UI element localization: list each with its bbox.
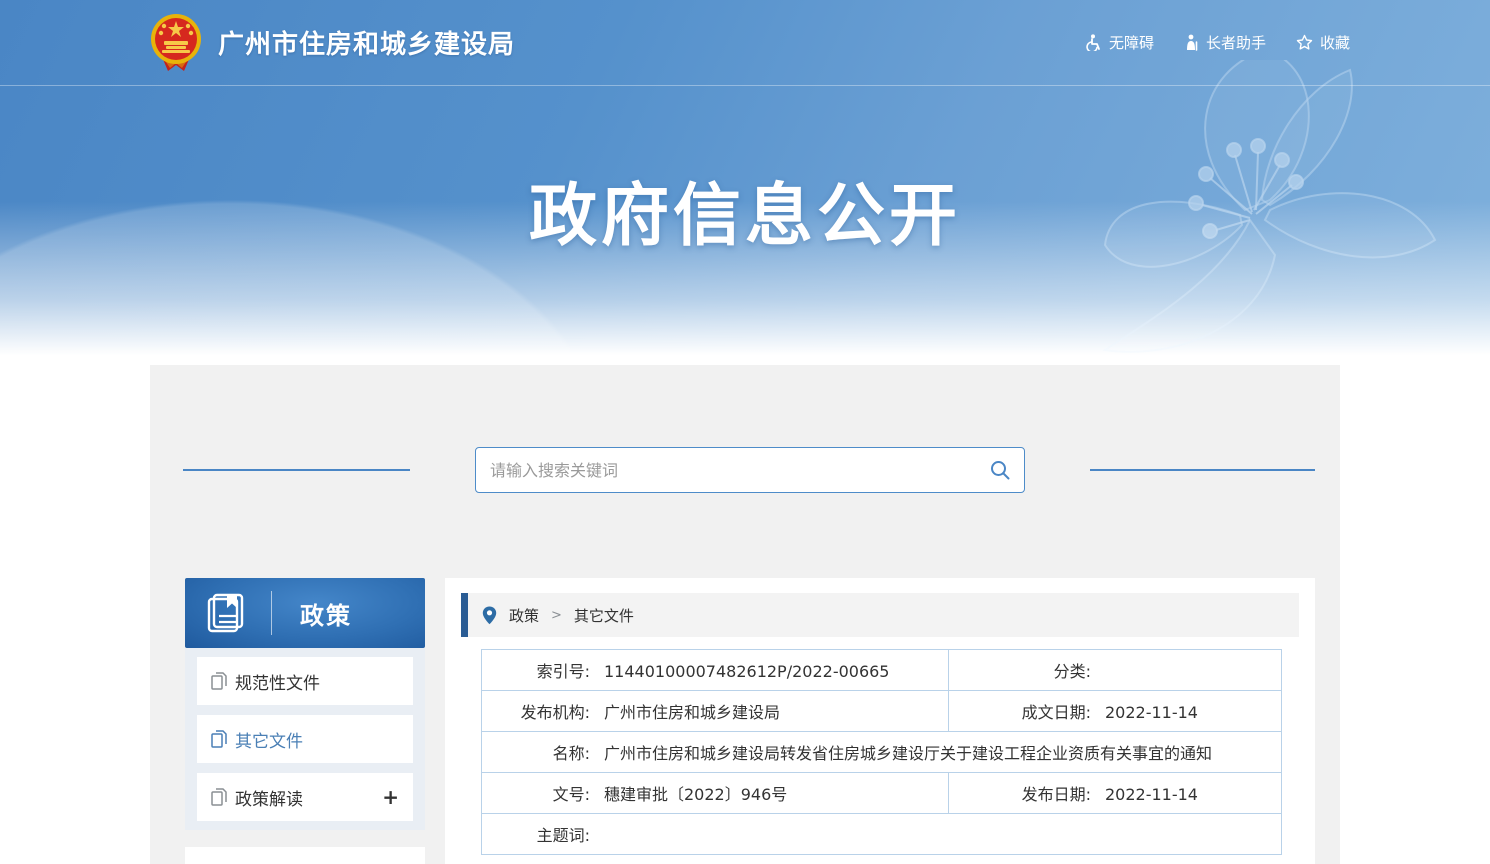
document-number-value: 穗建审批〔2022〕946号: [604, 785, 787, 804]
favorite-link[interactable]: 收藏: [1296, 32, 1350, 53]
index-number-value: 11440100007482612P/2022-00665: [604, 662, 889, 681]
sidebar-policy-title: 政策: [300, 596, 352, 631]
issuing-agency-cell: 发布机构: 广州市住房和城乡建设局: [482, 691, 949, 732]
policy-book-icon: [203, 590, 249, 636]
sidebar: 政策 规范性文件 其它文件: [185, 578, 425, 864]
sidebar-section-gov-info[interactable]: 政府信息: [185, 847, 425, 864]
expand-plus-icon[interactable]: +: [382, 785, 399, 809]
site-logo-link[interactable]: 广州市住房和城乡建设局: [148, 13, 515, 73]
sidebar-header-divider: [271, 591, 272, 635]
written-date-label: 成文日期:: [949, 699, 1091, 723]
publish-date-label: 发布日期:: [949, 781, 1091, 805]
elder-helper-link[interactable]: 长者助手: [1184, 32, 1266, 53]
favorite-label: 收藏: [1320, 32, 1350, 53]
index-number-label: 索引号:: [482, 658, 590, 682]
category-label: 分类:: [949, 658, 1091, 682]
sidebar-item-normative-docs[interactable]: 规范性文件: [197, 657, 413, 705]
written-date-cell: 成文日期: 2022-11-14: [949, 691, 1282, 732]
search-button[interactable]: [976, 448, 1024, 492]
hero-banner: 广州市住房和城乡建设局 无障碍 长者助手: [0, 0, 1490, 366]
star-icon: [1296, 34, 1313, 51]
table-row: 发布机构: 广州市住房和城乡建设局 成文日期: 2022-11-14: [482, 691, 1282, 732]
top-utility-nav: 无障碍 长者助手 收藏: [1085, 32, 1350, 53]
document-icon: [211, 788, 227, 806]
search-icon: [989, 459, 1011, 481]
national-emblem-icon: [148, 13, 204, 73]
document-name-label: 名称:: [482, 740, 590, 764]
index-number-cell: 索引号: 11440100007482612P/2022-00665: [482, 650, 949, 691]
breadcrumb-separator: >: [551, 608, 562, 623]
breadcrumb-current[interactable]: 其它文件: [574, 605, 634, 626]
accessibility-label: 无障碍: [1109, 32, 1154, 53]
accessibility-link[interactable]: 无障碍: [1085, 32, 1154, 53]
issuing-agency-value: 广州市住房和城乡建设局: [604, 703, 780, 722]
breadcrumb-root-link[interactable]: 政策: [509, 605, 539, 626]
search-section: [150, 365, 1340, 505]
detail-panel: 政策 > 其它文件 索引号: 11440100007482612P/2022-00…: [445, 578, 1315, 864]
document-metadata-table: 索引号: 11440100007482612P/2022-00665 分类: 发布…: [481, 649, 1282, 855]
search-input[interactable]: [476, 461, 976, 480]
table-row: 索引号: 11440100007482612P/2022-00665 分类:: [482, 650, 1282, 691]
document-icon: [211, 672, 227, 690]
breadcrumb: 政策 > 其它文件: [461, 593, 1299, 637]
document-name-cell: 名称: 广州市住房和城乡建设局转发省住房城乡建设厅关于建设工程企业资质有关事宜的通…: [482, 732, 1282, 773]
decorative-rule-left: [183, 469, 410, 471]
sidebar-section-policy[interactable]: 政策: [185, 578, 425, 648]
content-card: 政策 规范性文件 其它文件: [150, 365, 1340, 864]
publish-date-value: 2022-11-14: [1105, 785, 1198, 804]
decorative-rule-right: [1090, 469, 1315, 471]
keywords-label: 主题词:: [482, 822, 590, 846]
keywords-cell: 主题词:: [482, 814, 1282, 855]
wheelchair-icon: [1085, 34, 1102, 51]
sidebar-item-label: 规范性文件: [235, 669, 320, 694]
sidebar-item-policy-interpretation[interactable]: 政策解读 +: [197, 773, 413, 821]
category-cell: 分类:: [949, 650, 1282, 691]
top-header-bar: 广州市住房和城乡建设局 无障碍 长者助手: [0, 0, 1490, 86]
publish-date-cell: 发布日期: 2022-11-14: [949, 773, 1282, 814]
table-row: 名称: 广州市住房和城乡建设局转发省住房城乡建设厅关于建设工程企业资质有关事宜的通…: [482, 732, 1282, 773]
table-row: 主题词:: [482, 814, 1282, 855]
sidebar-item-other-docs[interactable]: 其它文件: [197, 715, 413, 763]
page-title: 政府信息公开: [0, 160, 1490, 259]
elder-person-icon: [1184, 34, 1199, 51]
sidebar-policy-items: 规范性文件 其它文件 政策解读: [185, 648, 425, 830]
sidebar-item-label: 政策解读: [235, 785, 303, 810]
site-title: 广州市住房和城乡建设局: [218, 24, 515, 61]
sidebar-item-label: 其它文件: [235, 727, 303, 752]
elder-helper-label: 长者助手: [1206, 32, 1266, 53]
document-name-value: 广州市住房和城乡建设局转发省住房城乡建设厅关于建设工程企业资质有关事宜的通知: [604, 744, 1212, 763]
location-pin-icon: [482, 606, 497, 625]
document-number-cell: 文号: 穗建审批〔2022〕946号: [482, 773, 949, 814]
table-row: 文号: 穗建审批〔2022〕946号 发布日期: 2022-11-14: [482, 773, 1282, 814]
issuing-agency-label: 发布机构:: [482, 699, 590, 723]
document-number-label: 文号:: [482, 781, 590, 805]
search-box: [475, 447, 1025, 493]
document-icon: [211, 730, 227, 748]
written-date-value: 2022-11-14: [1105, 703, 1198, 722]
